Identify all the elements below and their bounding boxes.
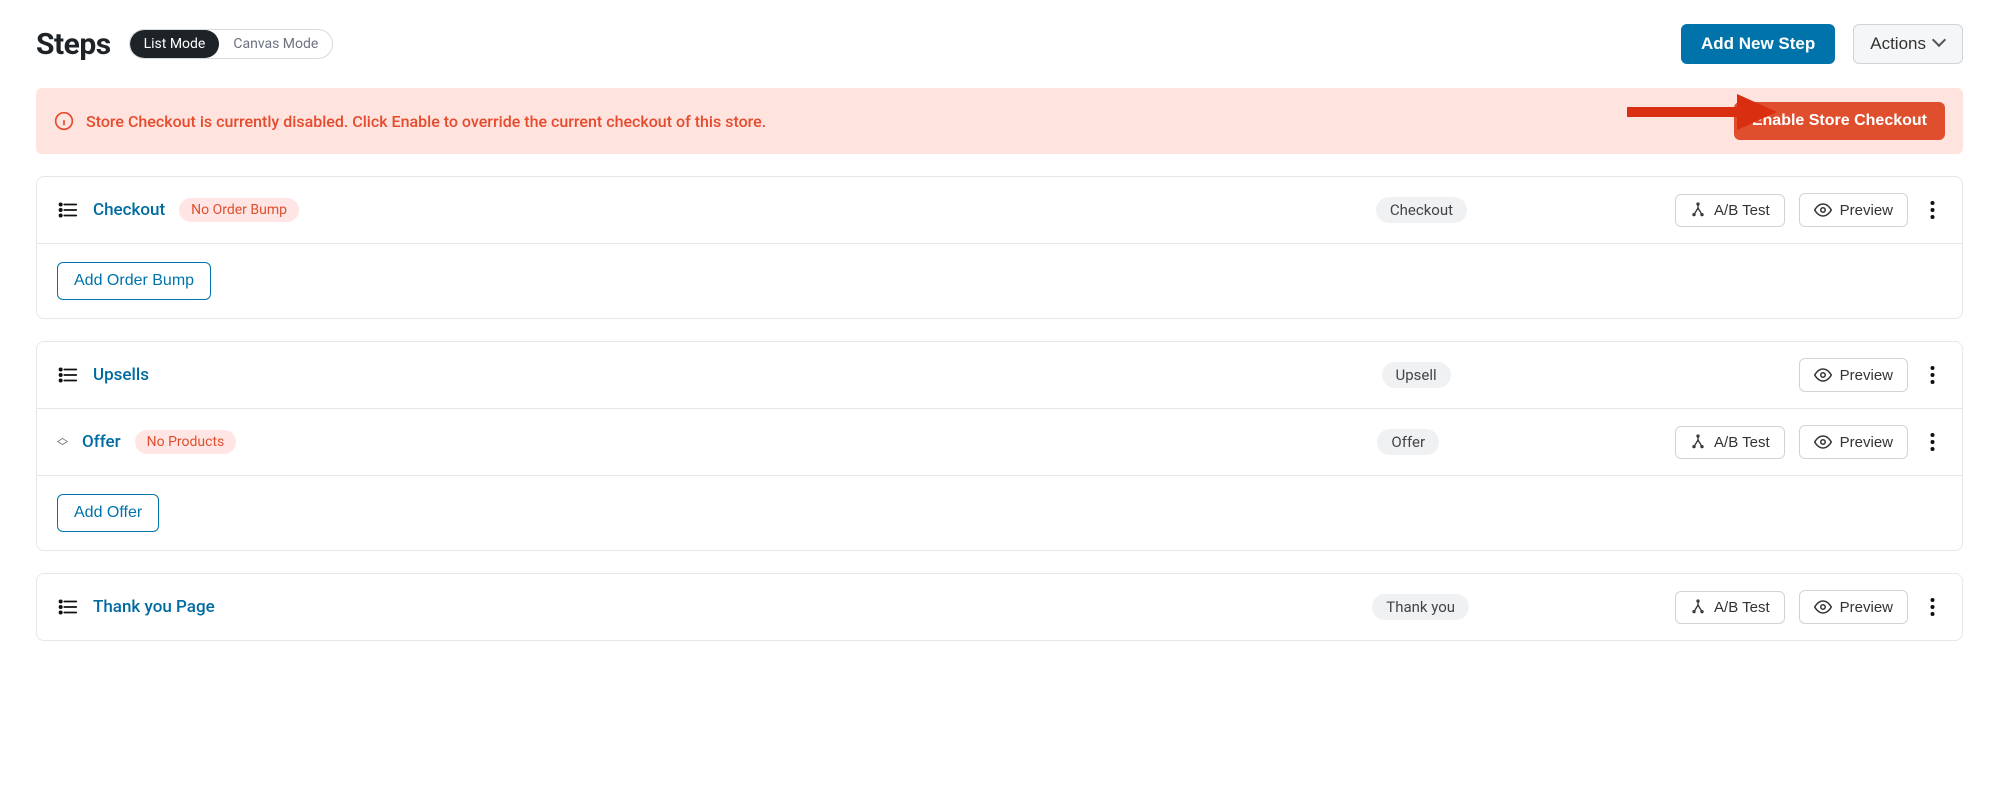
- preview-label: Preview: [1840, 434, 1893, 451]
- sort-handle[interactable]: ︿ ﹀: [57, 433, 68, 451]
- preview-button[interactable]: Preview: [1799, 358, 1908, 392]
- mode-list-tab[interactable]: List Mode: [130, 30, 220, 58]
- step-link-offer[interactable]: Offer: [82, 432, 121, 452]
- preview-label: Preview: [1840, 202, 1893, 219]
- step-type-tag: Thank you: [1372, 594, 1469, 620]
- step-card-checkout: Checkout No Order Bump Checkout A/B Test…: [36, 176, 1963, 319]
- enable-store-checkout-button[interactable]: Enable Store Checkout: [1734, 102, 1945, 140]
- ab-test-icon: [1690, 434, 1706, 450]
- chevron-down-icon: [1934, 38, 1946, 50]
- ab-test-button[interactable]: A/B Test: [1675, 426, 1785, 459]
- eye-icon: [1814, 201, 1832, 219]
- ab-test-button[interactable]: A/B Test: [1675, 194, 1785, 227]
- list-icon: [57, 199, 79, 221]
- mode-canvas-tab[interactable]: Canvas Mode: [219, 30, 332, 58]
- ab-test-label: A/B Test: [1714, 599, 1770, 616]
- chevron-down-icon: ﹀: [57, 442, 68, 451]
- preview-label: Preview: [1840, 599, 1893, 616]
- actions-button[interactable]: Actions: [1853, 24, 1963, 64]
- step-link-thankyou[interactable]: Thank you Page: [93, 597, 215, 617]
- ab-test-label: A/B Test: [1714, 202, 1770, 219]
- add-offer-button[interactable]: Add Offer: [57, 494, 159, 532]
- preview-label: Preview: [1840, 367, 1893, 384]
- ab-test-button[interactable]: A/B Test: [1675, 591, 1785, 624]
- step-card-upsells: Upsells Upsell Preview ︿ ﹀ Offer No Prod…: [36, 341, 1963, 551]
- info-icon: [54, 111, 74, 131]
- step-type-tag: Checkout: [1376, 197, 1467, 223]
- more-menu-button[interactable]: [1922, 196, 1942, 224]
- add-order-bump-button[interactable]: Add Order Bump: [57, 262, 211, 300]
- eye-icon: [1814, 598, 1832, 616]
- more-vertical-icon: [1930, 200, 1935, 220]
- step-link-upsells[interactable]: Upsells: [93, 365, 149, 385]
- step-link-checkout[interactable]: Checkout: [93, 200, 165, 220]
- step-card-thankyou: Thank you Page Thank you A/B Test Previe…: [36, 573, 1963, 641]
- more-vertical-icon: [1930, 597, 1935, 617]
- no-products-badge: No Products: [135, 430, 237, 454]
- ab-test-icon: [1690, 202, 1706, 218]
- more-vertical-icon: [1930, 365, 1935, 385]
- preview-button[interactable]: Preview: [1799, 193, 1908, 227]
- preview-button[interactable]: Preview: [1799, 590, 1908, 624]
- step-type-tag: Offer: [1377, 429, 1439, 455]
- ab-test-label: A/B Test: [1714, 434, 1770, 451]
- more-menu-button[interactable]: [1922, 593, 1942, 621]
- step-type-tag: Upsell: [1382, 362, 1451, 388]
- ab-test-icon: [1690, 599, 1706, 615]
- mode-toggle: List Mode Canvas Mode: [129, 29, 334, 59]
- more-menu-button[interactable]: [1922, 361, 1942, 389]
- eye-icon: [1814, 366, 1832, 384]
- preview-button[interactable]: Preview: [1799, 425, 1908, 459]
- more-vertical-icon: [1930, 432, 1935, 452]
- more-menu-button[interactable]: [1922, 428, 1942, 456]
- alert-message: Store Checkout is currently disabled. Cl…: [86, 112, 766, 131]
- store-checkout-alert: Store Checkout is currently disabled. Cl…: [36, 88, 1963, 154]
- eye-icon: [1814, 433, 1832, 451]
- actions-label: Actions: [1870, 34, 1926, 54]
- list-icon: [57, 364, 79, 386]
- add-new-step-button[interactable]: Add New Step: [1681, 24, 1835, 64]
- list-icon: [57, 596, 79, 618]
- no-order-bump-badge: No Order Bump: [179, 198, 299, 222]
- page-title: Steps: [36, 27, 111, 62]
